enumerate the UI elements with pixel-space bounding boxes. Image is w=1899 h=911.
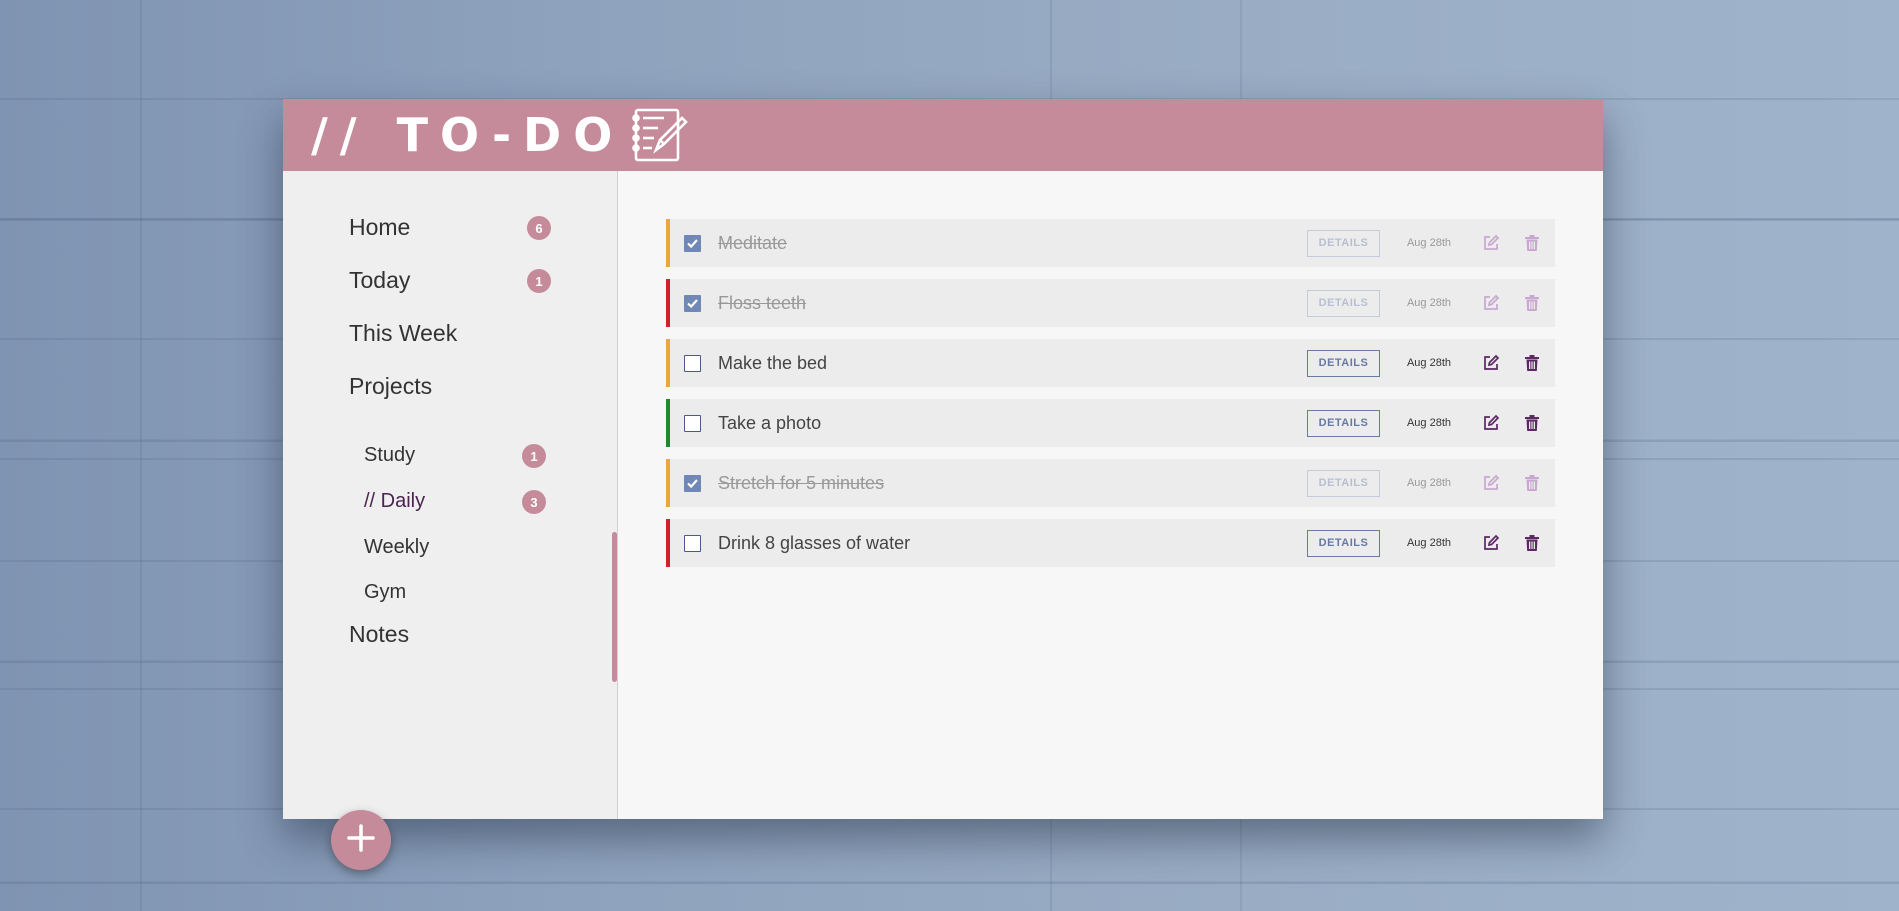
task-row: Make the bed DETAILS Aug 28th bbox=[666, 339, 1555, 387]
nav-item-projects[interactable]: Projects bbox=[349, 373, 432, 400]
trash-icon[interactable] bbox=[1522, 233, 1542, 253]
task-checkbox[interactable] bbox=[684, 234, 701, 252]
edit-icon[interactable] bbox=[1481, 293, 1501, 313]
nav-item-home[interactable]: Home 6 bbox=[349, 214, 551, 241]
nav-item-label: Projects bbox=[349, 373, 433, 399]
nav-item-today[interactable]: Today 1 bbox=[349, 267, 551, 294]
task-due-date: Aug 28th bbox=[1406, 537, 1452, 549]
task-checkbox[interactable] bbox=[684, 474, 701, 492]
task-checkbox[interactable] bbox=[684, 414, 701, 432]
task-title: Meditate bbox=[718, 232, 788, 253]
task-checkbox[interactable] bbox=[684, 354, 701, 372]
task-row: Meditate DETAILS Aug 28th bbox=[666, 219, 1555, 267]
task-list: Meditate DETAILS Aug 28th Floss teeth DE… bbox=[619, 171, 1603, 819]
project-item-gym[interactable]: Gym bbox=[364, 581, 406, 604]
trash-icon[interactable] bbox=[1522, 293, 1542, 313]
sidebar: Home 6 Today 1 This Week Projects Study … bbox=[283, 171, 618, 870]
task-title: Make the bed bbox=[718, 352, 828, 373]
project-label: // Daily bbox=[364, 490, 426, 512]
task-row: Drink 8 glasses of water DETAILS Aug 28t… bbox=[666, 519, 1555, 567]
project-item-weekly[interactable]: Weekly bbox=[364, 536, 429, 559]
task-title: Take a photo bbox=[718, 412, 822, 433]
task-due-date: Aug 28th bbox=[1406, 297, 1452, 309]
count-badge: 6 bbox=[527, 216, 551, 240]
task-row: Floss teeth DETAILS Aug 28th bbox=[666, 279, 1555, 327]
task-title: Floss teeth bbox=[718, 292, 807, 313]
nav-item-label: Notes bbox=[349, 621, 410, 647]
app-header: // TO-DO bbox=[283, 99, 1603, 171]
task-title: Drink 8 glasses of water bbox=[718, 532, 911, 553]
project-label: Gym bbox=[364, 581, 407, 603]
project-item-study[interactable]: Study 1 bbox=[364, 444, 546, 468]
task-checkbox[interactable] bbox=[684, 534, 701, 552]
project-item-daily[interactable]: // Daily 3 bbox=[364, 490, 546, 514]
check-icon bbox=[687, 478, 698, 488]
count-badge: 1 bbox=[522, 444, 546, 468]
edit-icon[interactable] bbox=[1481, 413, 1501, 433]
details-button[interactable]: DETAILS bbox=[1307, 349, 1380, 377]
task-due-date: Aug 28th bbox=[1406, 357, 1452, 369]
edit-icon[interactable] bbox=[1481, 353, 1501, 373]
notepad-pencil-icon bbox=[630, 106, 689, 164]
check-icon bbox=[687, 298, 698, 308]
app-title: // TO-DO bbox=[311, 108, 625, 162]
nav-item-label: Today bbox=[349, 267, 411, 293]
details-button[interactable]: DETAILS bbox=[1307, 289, 1380, 317]
edit-icon[interactable] bbox=[1481, 233, 1501, 253]
task-due-date: Aug 28th bbox=[1406, 237, 1452, 249]
nav-item-label: Home bbox=[349, 214, 411, 240]
details-button[interactable]: DETAILS bbox=[1307, 409, 1380, 437]
check-icon bbox=[687, 238, 698, 248]
trash-icon[interactable] bbox=[1522, 413, 1542, 433]
nav-item-this-week[interactable]: This Week bbox=[349, 320, 457, 347]
task-due-date: Aug 28th bbox=[1406, 477, 1452, 489]
nav-item-notes[interactable]: Notes bbox=[349, 621, 409, 648]
task-due-date: Aug 28th bbox=[1406, 417, 1452, 429]
todo-app-window: // TO-DO Home 6 Today 1 This Week Projec… bbox=[283, 99, 1603, 870]
trash-icon[interactable] bbox=[1522, 473, 1542, 493]
trash-icon[interactable] bbox=[1522, 533, 1542, 553]
project-label: Weekly bbox=[364, 536, 430, 558]
task-checkbox[interactable] bbox=[684, 294, 701, 312]
edit-icon[interactable] bbox=[1481, 533, 1501, 553]
add-task-button[interactable] bbox=[331, 810, 391, 870]
count-badge: 3 bbox=[522, 490, 546, 514]
details-button[interactable]: DETAILS bbox=[1307, 469, 1380, 497]
plus-icon bbox=[346, 823, 376, 858]
edit-icon[interactable] bbox=[1481, 473, 1501, 493]
task-row: Stretch for 5 minutes DETAILS Aug 28th bbox=[666, 459, 1555, 507]
task-row: Take a photo DETAILS Aug 28th bbox=[666, 399, 1555, 447]
sidebar-scrollbar[interactable] bbox=[612, 532, 617, 682]
nav-item-label: This Week bbox=[349, 320, 458, 346]
task-title: Stretch for 5 minutes bbox=[718, 472, 885, 493]
trash-icon[interactable] bbox=[1522, 353, 1542, 373]
project-label: Study bbox=[364, 444, 416, 466]
details-button[interactable]: DETAILS bbox=[1307, 529, 1380, 557]
details-button[interactable]: DETAILS bbox=[1307, 229, 1380, 257]
count-badge: 1 bbox=[527, 269, 551, 293]
